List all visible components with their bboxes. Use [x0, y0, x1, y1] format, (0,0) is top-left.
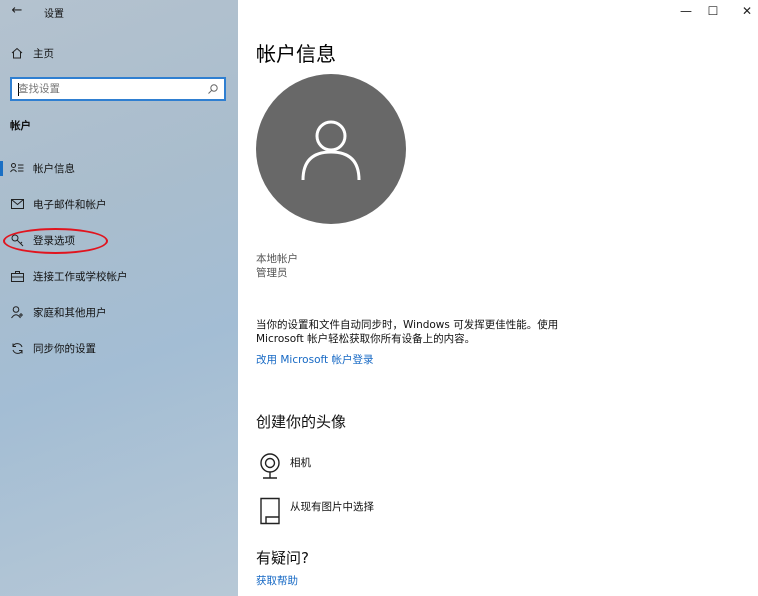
sidebar-item-home[interactable]: 主页: [0, 40, 238, 66]
sidebar-item-label: 家庭和其他用户: [33, 307, 107, 319]
avatar-option-camera[interactable]: 相机: [256, 453, 456, 483]
mail-icon: [10, 197, 24, 211]
sidebar-item-label: 电子邮件和帐户: [33, 199, 107, 211]
sidebar: ← 设置 主页 帐户 帐户信息 电子邮件和帐户 登录选项: [0, 0, 238, 596]
title-bar: ← 设置: [0, 0, 238, 24]
sidebar-item-email-accounts[interactable]: 电子邮件和帐户: [0, 191, 238, 217]
account-info-icon: [10, 161, 24, 175]
sidebar-item-label: 连接工作或学校帐户: [33, 271, 128, 283]
sidebar-item-work-school[interactable]: 连接工作或学校帐户: [0, 263, 238, 289]
person-add-icon: [10, 305, 24, 319]
question-heading: 有疑问?: [256, 549, 309, 567]
avatar-option-label: 相机: [290, 457, 311, 469]
account-type: 本地帐户: [256, 253, 298, 265]
sidebar-item-label: 主页: [33, 48, 54, 60]
ms-account-signin-link[interactable]: 改用 Microsoft 帐户登录: [256, 352, 373, 367]
main-content: 帐户信息 本地帐户 管理员 当你的设置和文件自动同步时，Windows 可发挥更…: [238, 0, 758, 596]
briefcase-icon: [10, 269, 24, 283]
avatar: [256, 74, 406, 224]
sidebar-item-label: 登录选项: [33, 235, 75, 247]
get-help-link[interactable]: 获取帮助: [256, 573, 298, 588]
home-icon: [10, 46, 24, 60]
sync-description: 当你的设置和文件自动同步时，Windows 可发挥更佳性能。使用 Microso…: [256, 319, 559, 345]
create-avatar-heading: 创建你的头像: [256, 413, 347, 431]
search-field[interactable]: [18, 82, 198, 96]
camera-icon: [258, 453, 282, 481]
sidebar-item-account-info[interactable]: 帐户信息: [0, 155, 238, 181]
app-title: 设置: [44, 9, 64, 20]
sidebar-item-label: 同步你的设置: [33, 343, 96, 355]
back-button[interactable]: ←: [8, 3, 26, 21]
sidebar-item-sign-in-options[interactable]: 登录选项: [0, 227, 238, 253]
search-input[interactable]: [10, 77, 226, 101]
account-role: 管理员: [256, 267, 288, 279]
picture-file-icon: [258, 497, 282, 525]
back-arrow-icon: ←: [11, 3, 23, 18]
sidebar-item-sync[interactable]: 同步你的设置: [0, 335, 238, 361]
section-title: 帐户: [10, 120, 31, 132]
page-title: 帐户信息: [256, 42, 336, 66]
sync-icon: [10, 341, 24, 355]
sidebar-item-label: 帐户信息: [33, 163, 75, 175]
search-icon[interactable]: [207, 83, 219, 95]
user-silhouette-icon: [301, 120, 361, 181]
avatar-option-label: 从现有图片中选择: [290, 501, 374, 513]
key-icon: [10, 233, 24, 247]
avatar-option-browse[interactable]: 从现有图片中选择: [256, 497, 456, 527]
sidebar-item-family[interactable]: 家庭和其他用户: [0, 299, 238, 325]
